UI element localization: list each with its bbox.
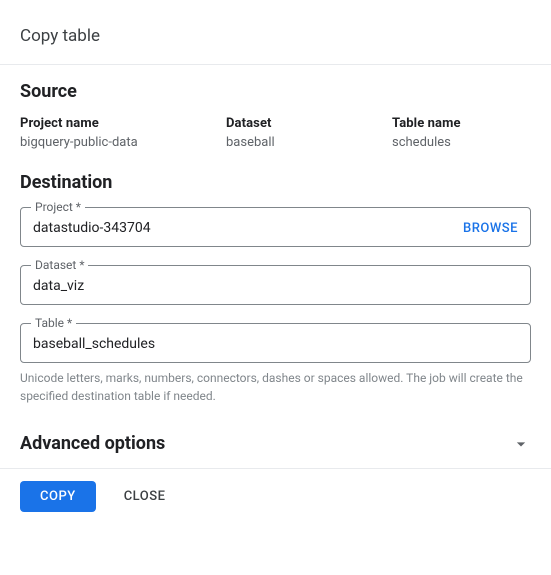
- dest-table-field: Table * Unicode letters, marks, numbers,…: [20, 323, 531, 405]
- dest-project-field: Project * BROWSE: [20, 207, 531, 247]
- dest-table-input[interactable]: [33, 336, 518, 352]
- dest-table-help: Unicode letters, marks, numbers, connect…: [20, 369, 531, 405]
- source-dataset-value: baseball: [226, 135, 392, 150]
- source-table-label: Table name: [392, 116, 531, 131]
- copy-button[interactable]: COPY: [20, 481, 96, 512]
- advanced-options-toggle[interactable]: Advanced options: [0, 423, 551, 468]
- copy-table-dialog: Copy table Source Project name bigquery-…: [0, 0, 551, 532]
- source-dataset: Dataset baseball: [226, 116, 392, 150]
- dest-dataset-label: Dataset *: [31, 258, 88, 272]
- dest-project-box[interactable]: Project * BROWSE: [20, 207, 531, 247]
- source-project: Project name bigquery-public-data: [20, 116, 226, 150]
- source-project-label: Project name: [20, 116, 226, 131]
- dest-project-input[interactable]: [33, 220, 453, 236]
- dest-dataset-box[interactable]: Dataset *: [20, 265, 531, 305]
- dest-project-label: Project *: [31, 200, 85, 214]
- close-button[interactable]: CLOSE: [120, 481, 170, 512]
- source-project-value: bigquery-public-data: [20, 135, 226, 150]
- source-dataset-label: Dataset: [226, 116, 392, 131]
- dialog-footer: COPY CLOSE: [0, 468, 551, 532]
- destination-heading: Destination: [20, 172, 531, 193]
- source-heading: Source: [20, 81, 531, 102]
- chevron-down-icon: [511, 434, 531, 454]
- source-table: Table name schedules: [392, 116, 531, 150]
- dest-dataset-field: Dataset *: [20, 265, 531, 305]
- browse-button[interactable]: BROWSE: [463, 221, 518, 236]
- dest-table-box[interactable]: Table *: [20, 323, 531, 363]
- source-table-value: schedules: [392, 135, 531, 150]
- dest-dataset-input[interactable]: [33, 278, 518, 294]
- dialog-title: Copy table: [0, 0, 551, 65]
- source-grid: Project name bigquery-public-data Datase…: [20, 116, 531, 150]
- source-section: Source Project name bigquery-public-data…: [0, 65, 551, 405]
- advanced-options-label: Advanced options: [20, 433, 165, 454]
- dest-table-label: Table *: [31, 316, 76, 330]
